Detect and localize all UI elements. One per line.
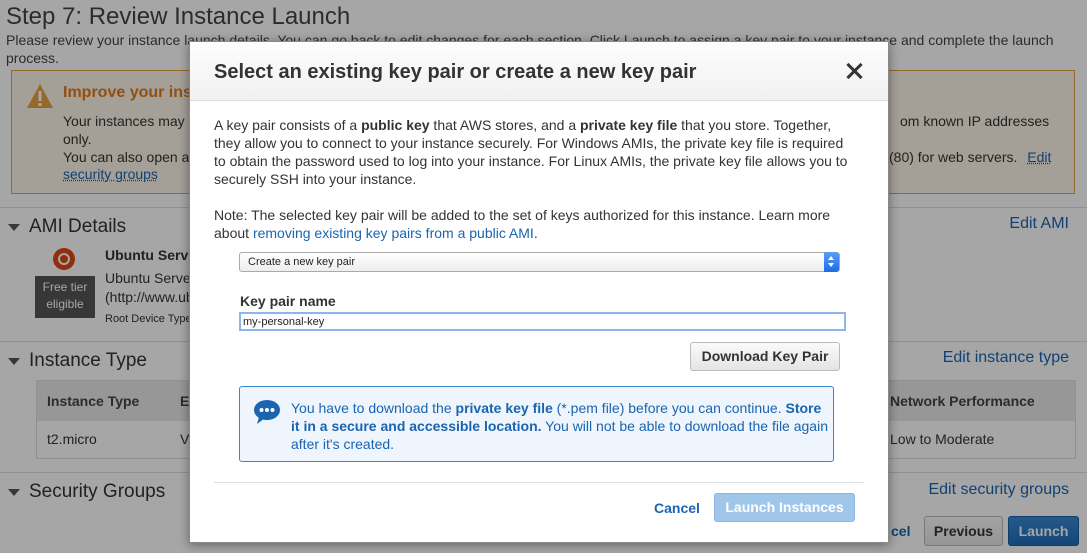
- text: (*.pem file) before you can continue.: [552, 400, 786, 416]
- key-pair-dialog: Select an existing key pair or create a …: [189, 41, 889, 543]
- text-bold: private key file: [580, 117, 678, 133]
- download-info-text: You have to download the private key fil…: [291, 399, 831, 453]
- key-pair-name-input[interactable]: [239, 312, 846, 331]
- dialog-title: Select an existing key pair or create a …: [214, 61, 697, 83]
- dialog-cancel-button[interactable]: Cancel: [654, 500, 700, 516]
- key-pair-name-label: Key pair name: [240, 293, 336, 309]
- removing-key-pairs-link[interactable]: removing existing key pairs from a publi…: [253, 225, 534, 241]
- text-bold: public key: [361, 117, 430, 133]
- text: You have to download the: [291, 400, 456, 416]
- text: that AWS stores, and a: [429, 117, 580, 133]
- select-arrows-icon: [824, 252, 839, 272]
- select-value: Create a new key pair: [248, 256, 355, 268]
- divider: [214, 482, 864, 483]
- close-icon[interactable]: [845, 62, 863, 80]
- text: A key pair consists of a: [214, 117, 362, 133]
- launch-instances-button[interactable]: Launch Instances: [714, 493, 855, 522]
- text-bold: private key file: [455, 400, 553, 416]
- key-pair-note: Note: The selected key pair will be adde…: [214, 206, 854, 242]
- download-info-box: You have to download the private key fil…: [239, 386, 834, 462]
- key-pair-option-select[interactable]: Create a new key pair: [239, 252, 840, 272]
- download-key-pair-button[interactable]: Download Key Pair: [690, 342, 840, 371]
- key-pair-explanation: A key pair consists of a public key that…: [214, 116, 854, 188]
- dialog-header: Select an existing key pair or create a …: [190, 42, 888, 101]
- text: .: [533, 225, 538, 241]
- chat-bubble-icon: [254, 400, 280, 424]
